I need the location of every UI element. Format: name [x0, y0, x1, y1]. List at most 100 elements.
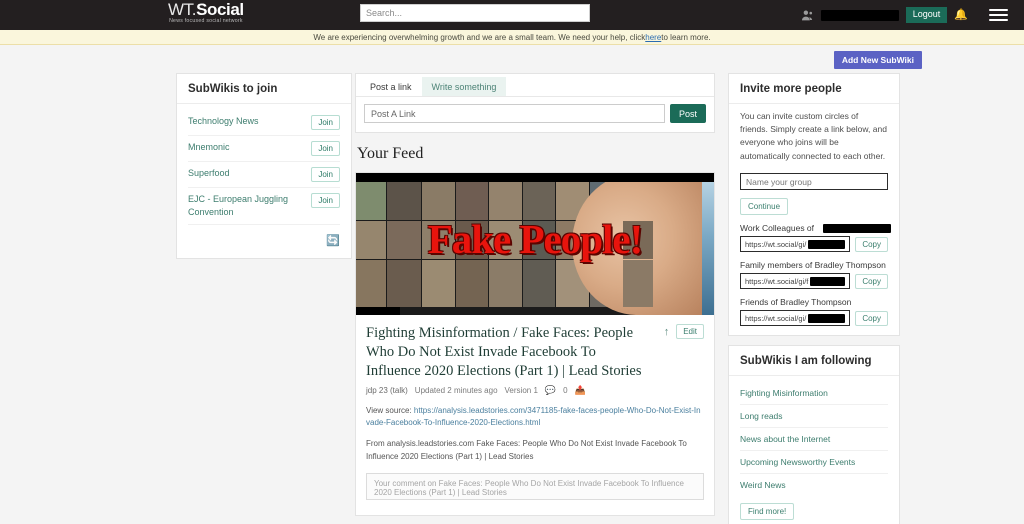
logo-text: WT.Social	[168, 1, 244, 18]
sidebar-item-upcoming-newsworthy-events[interactable]: Upcoming Newsworthy Events	[740, 451, 888, 475]
view-source-row: View source: https://analysis.leadstorie…	[366, 405, 704, 429]
site-logo[interactable]: WT.Social News focused social network	[168, 1, 244, 24]
comment-bubble-icon[interactable]: 💬	[545, 385, 556, 396]
join-button[interactable]: Join	[311, 141, 340, 156]
post-author[interactable]: jdp 23 (talk)	[366, 386, 408, 395]
find-more-button[interactable]: Find more!	[740, 503, 795, 521]
invite-more-people-card: Invite more people You can invite custom…	[728, 73, 900, 337]
subwikis-to-join-title: SubWikis to join	[177, 74, 351, 104]
invite-group-row: https://wt.social/gi/ Copy	[740, 310, 888, 327]
post-link-input[interactable]	[364, 104, 665, 123]
refresh-row: 🔄	[188, 225, 340, 249]
post-button[interactable]: Post	[669, 104, 706, 123]
search-input[interactable]	[360, 4, 590, 22]
post-body: ↑ Edit Fighting Misinformation / Fake Fa…	[356, 315, 714, 515]
image-overlay-caption: Fake People!	[427, 216, 644, 262]
invite-group-row: https://wt.social/gi/f Copy	[740, 273, 888, 290]
main-content: SubWikis to join Technology News Join Mn…	[0, 73, 1024, 524]
subwikis-following-card: SubWikis I am following Fighting Misinfo…	[728, 345, 900, 524]
sidebar-item-fighting-misinformation[interactable]: Fighting Misinformation	[740, 382, 888, 406]
post-comment-count: 0	[563, 386, 568, 396]
invite-link-input[interactable]: https://wt.social/gi/f	[740, 273, 851, 290]
subwikis-to-join-list: Technology News Join Mnemonic Join Super…	[177, 104, 351, 258]
logo-text-wt: WT.	[168, 0, 197, 19]
list-item[interactable]: Technology News Join	[188, 110, 340, 136]
invite-group-item: Friends of Bradley Thompson https://wt.s…	[740, 297, 888, 327]
join-button[interactable]: Join	[311, 167, 340, 182]
header-right-controls: Logout 🔔	[801, 0, 1024, 30]
group-name-input[interactable]	[740, 173, 888, 191]
post-metadata: jdp 23 (talk) Updated 2 minutes ago Vers…	[366, 385, 704, 396]
notice-text-after: to learn more.	[661, 32, 711, 42]
subwikis-to-join-card: SubWikis to join Technology News Join Mn…	[176, 73, 352, 260]
following-list: Fighting Misinformation Long reads News …	[729, 376, 899, 524]
invite-group-label: Family members of Bradley Thompson	[740, 260, 886, 271]
post-source-summary: From analysis.leadstories.com Fake Faces…	[366, 439, 687, 461]
invite-link-text: https://wt.social/gi/	[745, 313, 807, 323]
join-button[interactable]: Join	[311, 115, 340, 130]
comment-input[interactable]	[366, 473, 704, 501]
top-actions-row: Add New SubWiki	[0, 45, 1024, 73]
sidebar-item-news-about-the-internet[interactable]: News about the Internet	[740, 428, 888, 452]
notice-here-link[interactable]: here	[645, 33, 661, 42]
invite-description: You can invite custom circles of friends…	[740, 111, 887, 161]
bell-icon[interactable]: 🔔	[954, 9, 968, 21]
invite-link-input[interactable]: https://wt.social/gi/	[740, 236, 851, 253]
continue-button[interactable]: Continue	[740, 198, 789, 216]
logo-tagline: News focused social network	[169, 18, 243, 24]
invite-link-input[interactable]: https://wt.social/gi/	[740, 310, 851, 327]
username-redacted	[820, 9, 899, 21]
right-sidebar: Invite more people You can invite custom…	[728, 73, 900, 524]
invite-group-label-text: Work Colleagues of	[740, 223, 815, 234]
copy-button[interactable]: Copy	[855, 310, 888, 326]
copy-button[interactable]: Copy	[855, 236, 888, 252]
invite-group-item: Work Colleagues of https://wt.social/gi/…	[740, 223, 891, 253]
invite-card-body: You can invite custom circles of friends…	[729, 104, 899, 335]
sidebar-item-weird-news[interactable]: Weird News	[740, 474, 888, 496]
tab-write-something[interactable]: Write something	[421, 77, 507, 96]
join-button[interactable]: Join	[311, 193, 340, 208]
post-action-group: ↑ Edit	[664, 324, 704, 339]
invite-link-redacted	[810, 276, 846, 286]
invite-link-redacted	[808, 313, 846, 323]
page-title: Your Feed	[357, 145, 424, 162]
top-header-bar: WT.Social News focused social network Lo…	[0, 0, 1024, 30]
invite-link-text: https://wt.social/gi/	[745, 239, 807, 249]
sidebar-item-long-reads[interactable]: Long reads	[740, 405, 888, 429]
post-thumbnail[interactable]: Fake People!	[356, 173, 714, 315]
post-composer: Post a link Write something Post	[355, 73, 715, 133]
invite-card-title: Invite more people	[729, 74, 899, 104]
following-card-title: SubWikis I am following	[729, 346, 899, 377]
image-top-bar	[356, 173, 714, 182]
post-title[interactable]: Fighting Misinformation / Fake Faces: Pe…	[366, 324, 648, 381]
logo-text-social: Social	[196, 0, 244, 19]
notice-text-before: We are experiencing overwhelming growth …	[313, 32, 646, 42]
invite-group-name-redacted	[823, 224, 891, 234]
subwiki-name[interactable]: Superfood	[188, 167, 305, 180]
subwiki-name[interactable]: Technology News	[188, 115, 305, 128]
logout-button[interactable]: Logout	[905, 7, 948, 23]
add-new-subwiki-button[interactable]: Add New SubWiki	[833, 51, 922, 69]
share-icon[interactable]: 📤	[575, 385, 586, 396]
view-source-link[interactable]: https://analysis.leadstories.com/3471185…	[366, 406, 701, 427]
person-icon	[801, 9, 814, 22]
tab-post-a-link[interactable]: Post a link	[360, 77, 422, 96]
hamburger-menu-icon[interactable]	[989, 6, 1008, 24]
list-item[interactable]: EJC - European Juggling Convention Join	[188, 188, 340, 226]
view-source-label: View source:	[366, 406, 412, 416]
copy-button[interactable]: Copy	[855, 273, 888, 289]
invite-group-row: https://wt.social/gi/ Copy	[740, 236, 888, 253]
list-item[interactable]: Superfood Join	[188, 162, 340, 188]
edit-button[interactable]: Edit	[676, 324, 704, 339]
composer-input-row: Post	[356, 97, 714, 132]
subwiki-name[interactable]: EJC - European Juggling Convention	[188, 193, 305, 219]
refresh-icon[interactable]: 🔄	[326, 235, 340, 247]
invite-link-redacted	[808, 239, 846, 249]
invite-group-item: Family members of Bradley Thompson https…	[740, 260, 888, 290]
up-arrow-icon[interactable]: ↑	[664, 326, 670, 338]
left-sidebar: SubWikis to join Technology News Join Mn…	[176, 73, 352, 524]
growth-notice-banner: We are experiencing overwhelming growth …	[0, 30, 1024, 45]
subwiki-name[interactable]: Mnemonic	[188, 141, 305, 154]
center-column: Post a link Write something Post Your Fe…	[355, 73, 715, 524]
list-item[interactable]: Mnemonic Join	[188, 136, 340, 162]
